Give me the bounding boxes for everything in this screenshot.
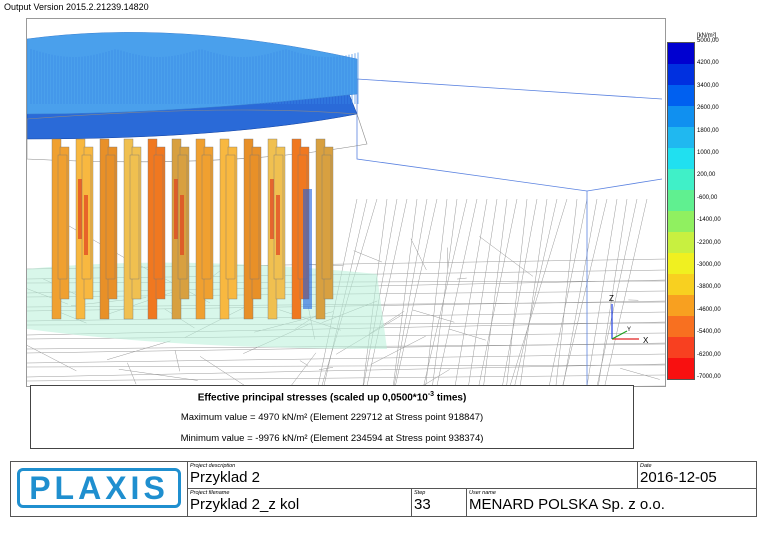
axis-z-label: Z — [609, 294, 614, 303]
legend-tick: -600,00 — [697, 194, 718, 201]
min-value: Minimum value = -9976 kN/m² (Element 234… — [180, 433, 484, 445]
date-value: 2016-12-05 — [640, 469, 717, 486]
legend-segment — [668, 253, 694, 274]
plaxis-logo: PLAXIS — [17, 468, 181, 508]
output-version: Output Version 2015.2.21239.14820 — [4, 2, 149, 12]
model-viewport[interactable]: Z Y X — [26, 18, 666, 387]
legend-tick: -6200,00 — [697, 351, 721, 358]
axis-x-label: X — [643, 336, 649, 345]
legend-tick: -1400,00 — [697, 217, 721, 224]
legend-color-bar — [667, 42, 695, 380]
legend-tick: -2200,00 — [697, 239, 721, 246]
project-filename: Przyklad 2_z kol — [190, 496, 300, 513]
project-description: Przyklad 2 — [190, 469, 261, 486]
legend-tick: 2600,00 — [697, 105, 719, 112]
step-cell: Step 33 — [411, 489, 466, 516]
title-block: PLAXIS Project description Przyklad 2 Da… — [10, 461, 757, 517]
legend-segment — [668, 358, 694, 379]
legend-segment — [668, 337, 694, 358]
legend-segment — [668, 232, 694, 253]
legend-segment — [668, 148, 694, 169]
legend-segment — [668, 169, 694, 190]
legend-segment — [668, 211, 694, 232]
model-3d-view[interactable]: Z Y X — [27, 19, 665, 386]
legend-tick: -4600,00 — [697, 306, 721, 313]
legend-segment — [668, 64, 694, 85]
project-description-cell: Project description Przyklad 2 — [187, 462, 637, 488]
legend-tick: 4200,00 — [697, 60, 719, 67]
legend-segment — [668, 295, 694, 316]
user-name: MENARD POLSKA Sp. z o.o. — [469, 496, 665, 513]
legend-segment — [668, 274, 694, 295]
legend-segment — [668, 85, 694, 106]
mesh-lines — [27, 198, 665, 386]
result-info-box: Effective principal stresses (scaled up … — [30, 385, 634, 449]
legend-segment — [668, 127, 694, 148]
legend-segment — [668, 43, 694, 64]
legend-tick: 5000,00 — [697, 38, 719, 44]
max-value: Maximum value = 4970 kN/m² (Element 2297… — [180, 412, 484, 424]
legend-segment — [668, 190, 694, 211]
user-name-cell: User name MENARD POLSKA Sp. z o.o. — [466, 489, 756, 516]
date-cell: Date 2016-12-05 — [637, 462, 756, 488]
legend-tick: 1000,00 — [697, 150, 719, 156]
project-filename-cell: Project filename Przyklad 2_z kol — [187, 489, 411, 516]
bounding-box — [356, 78, 663, 386]
legend-tick: -3800,00 — [697, 284, 721, 291]
legend-tick: 1800,00 — [697, 127, 719, 134]
legend-tick: -3000,00 — [697, 262, 721, 268]
legend-tick: -7000,00 — [697, 374, 721, 380]
axis-y-label: Y — [627, 327, 631, 333]
step-value: 33 — [414, 496, 431, 513]
result-title: Effective principal stresses (scaled up … — [197, 391, 467, 404]
legend-tick: 200,00 — [697, 172, 716, 179]
legend-tick: -5400,00 — [697, 329, 721, 336]
legend-segment — [668, 106, 694, 127]
legend-tick: 3400,00 — [697, 82, 719, 89]
legend-segment — [668, 316, 694, 337]
color-legend: [kN/m²] 5000,00 4200,00 3400,00 2600,00 1800… — [667, 26, 747, 386]
